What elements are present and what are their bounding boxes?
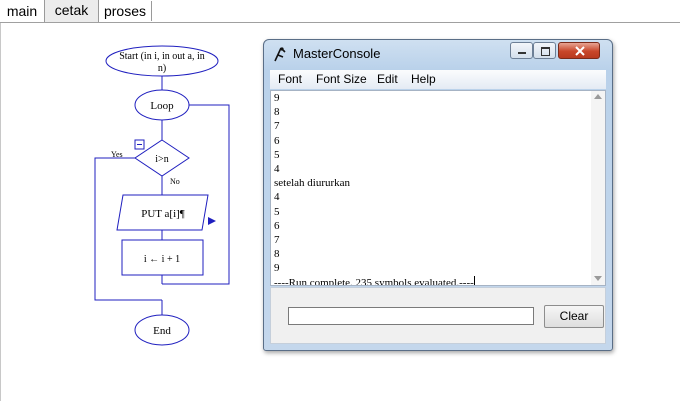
scroll-down-icon[interactable] bbox=[594, 276, 602, 281]
tab-strip: main cetak proses bbox=[0, 0, 680, 23]
output-line: 5 bbox=[274, 205, 280, 218]
minimize-button[interactable] bbox=[510, 42, 533, 59]
maximize-icon bbox=[541, 47, 550, 56]
vertical-scrollbar[interactable] bbox=[591, 91, 605, 285]
no-label: No bbox=[170, 177, 180, 186]
input-panel: Clear bbox=[270, 287, 606, 344]
app-icon bbox=[274, 47, 286, 62]
menu-font-size[interactable]: Font Size bbox=[316, 72, 367, 86]
output-lines: 9 8 7 6 5 4 setelah diururkan 4 5 6 7 8 … bbox=[274, 91, 590, 286]
clear-button[interactable]: Clear bbox=[544, 305, 604, 328]
output-line: 8 bbox=[274, 248, 280, 261]
console-output[interactable]: 9 8 7 6 5 4 setelah diururkan 4 5 6 7 8 … bbox=[270, 90, 606, 286]
window-title: MasterConsole bbox=[293, 46, 381, 61]
output-line: 9 bbox=[274, 92, 280, 104]
tab-cetak[interactable]: cetak bbox=[44, 0, 99, 22]
flowchart: Start (in i, in out a, in n) Loop i>n Ye… bbox=[94, 45, 230, 346]
close-button[interactable] bbox=[558, 42, 600, 59]
output-line: 6 bbox=[274, 134, 280, 147]
output-line: 7 bbox=[274, 234, 280, 247]
condition-label: i>n bbox=[155, 154, 168, 165]
assign-label: i ← i + 1 bbox=[144, 254, 180, 265]
minimize-icon bbox=[518, 52, 526, 54]
output-line: 6 bbox=[274, 219, 280, 232]
run-complete-text: ----Run complete. 235 symbols evaluated.… bbox=[274, 276, 474, 286]
tab-main[interactable]: main bbox=[0, 1, 45, 21]
output-line: setelah diururkan bbox=[274, 177, 351, 190]
start-label-1: Start (in i, in out a, in bbox=[119, 51, 205, 62]
output-line: 7 bbox=[274, 120, 280, 133]
loop-label: Loop bbox=[150, 100, 174, 112]
master-console-window[interactable]: MasterConsole Font Font Size Edit Help 9… bbox=[263, 39, 613, 351]
put-label: PUT a[i]¶ bbox=[141, 208, 185, 220]
menu-edit[interactable]: Edit bbox=[377, 72, 398, 86]
title-bar[interactable]: MasterConsole bbox=[264, 40, 612, 67]
menu-bar: Font Font Size Edit Help bbox=[270, 70, 606, 89]
text-cursor bbox=[473, 275, 475, 285]
scroll-up-icon[interactable] bbox=[594, 94, 602, 99]
menu-help[interactable]: Help bbox=[411, 72, 436, 86]
output-line: 8 bbox=[274, 106, 280, 119]
maximize-button[interactable] bbox=[533, 42, 556, 59]
menu-font[interactable]: Font bbox=[278, 72, 302, 86]
close-icon bbox=[575, 46, 585, 56]
output-line: 4 bbox=[274, 163, 280, 176]
output-line: 9 bbox=[274, 262, 280, 275]
output-line: 5 bbox=[274, 148, 280, 161]
yes-label: Yes bbox=[111, 150, 123, 159]
output-line: 4 bbox=[274, 191, 280, 204]
tab-proses[interactable]: proses bbox=[99, 1, 152, 21]
output-line: ----Run complete. 235 symbols evaluated.… bbox=[274, 275, 590, 286]
start-label-2: n) bbox=[158, 63, 166, 74]
end-label: End bbox=[153, 325, 171, 337]
console-input[interactable] bbox=[288, 307, 534, 325]
